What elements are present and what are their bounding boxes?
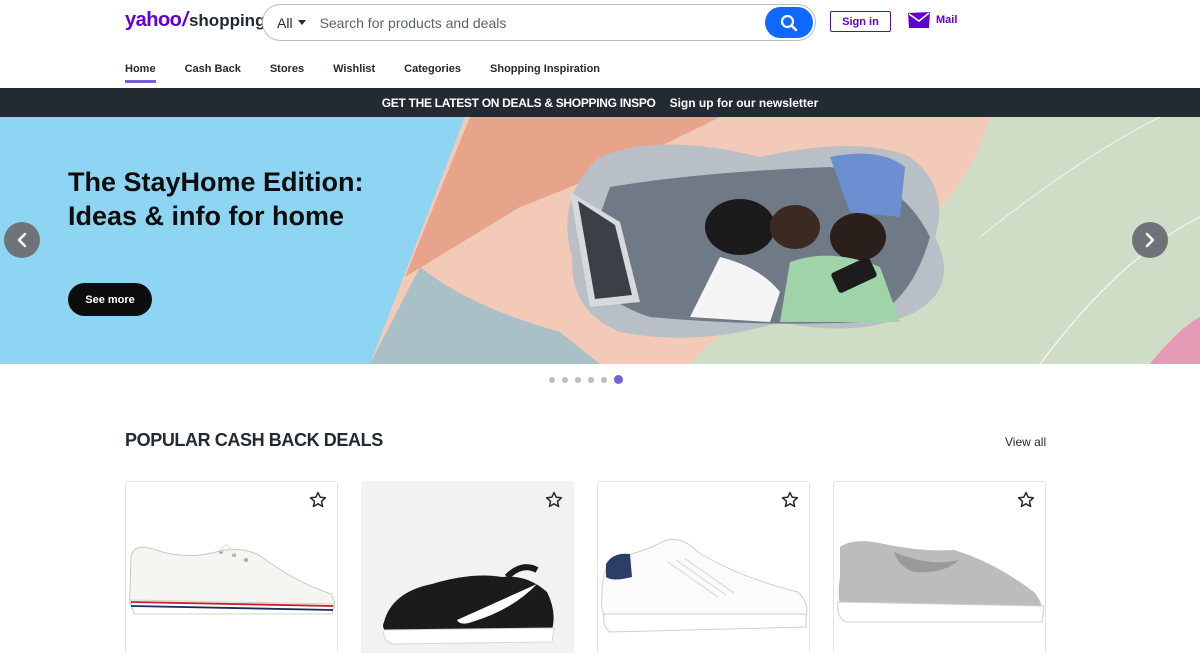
nav-item-stores[interactable]: Stores bbox=[270, 63, 304, 82]
black-nike-running-shoe-image bbox=[383, 564, 555, 645]
product-card[interactable] bbox=[597, 481, 810, 653]
product-card[interactable] bbox=[125, 481, 338, 653]
newsletter-strip: GET THE LATEST ON DEALS & SHOPPING INSPO… bbox=[0, 88, 1200, 117]
search-bar: All bbox=[262, 4, 816, 41]
product-card[interactable] bbox=[361, 481, 574, 653]
carousel-pagination bbox=[549, 375, 630, 384]
product-card[interactable] bbox=[833, 481, 1046, 653]
carousel-dot[interactable] bbox=[588, 376, 594, 383]
chevron-right-icon bbox=[1145, 232, 1155, 248]
nav-item-cash-back[interactable]: Cash Back bbox=[185, 63, 241, 82]
search-icon bbox=[780, 14, 798, 31]
carousel-next-button[interactable] bbox=[1132, 222, 1168, 258]
white-canvas-sneaker-image bbox=[129, 544, 335, 615]
logo-brand: yahoo bbox=[125, 9, 182, 31]
logo-slash: / bbox=[182, 9, 188, 31]
hero-background-illustration bbox=[0, 117, 1200, 364]
section-title: POPULAR CASH BACK DEALS bbox=[125, 430, 383, 450]
star-icon[interactable] bbox=[781, 491, 799, 509]
carousel-dot[interactable] bbox=[575, 376, 581, 383]
mail-label: Mail bbox=[936, 14, 958, 26]
star-icon[interactable] bbox=[309, 491, 327, 509]
see-more-button[interactable]: See more bbox=[68, 283, 152, 316]
header: yahoo / shopping All Sign in Mail Home C… bbox=[0, 0, 1200, 88]
grey-slip-on-shoe-image bbox=[837, 541, 1045, 623]
hero-title: The StayHome Edition: Ideas & info for h… bbox=[68, 167, 364, 231]
hero-carousel: The StayHome Edition: Ideas & info for h… bbox=[0, 117, 1200, 364]
carousel-dot[interactable] bbox=[549, 376, 555, 383]
carousel-dot-active[interactable] bbox=[614, 375, 623, 384]
carousel-dot[interactable] bbox=[562, 376, 568, 383]
main-nav: Home Cash Back Stores Wishlist Categorie… bbox=[125, 63, 629, 83]
white-leather-sneaker-image bbox=[601, 539, 808, 633]
search-input[interactable] bbox=[319, 14, 750, 31]
promo-text: GET THE LATEST ON DEALS & SHOPPING INSPO bbox=[381, 95, 656, 110]
chevron-left-icon bbox=[17, 232, 27, 248]
newsletter-signup-link[interactable]: Sign up for our newsletter bbox=[670, 96, 819, 110]
mail-icon bbox=[908, 12, 930, 28]
view-all-link[interactable]: View all bbox=[1005, 435, 1046, 449]
star-icon[interactable] bbox=[1017, 491, 1035, 509]
nav-item-wishlist[interactable]: Wishlist bbox=[333, 63, 375, 82]
search-scope-label: All bbox=[277, 14, 293, 31]
caret-down-icon bbox=[297, 20, 306, 25]
nav-item-shopping-inspiration[interactable]: Shopping Inspiration bbox=[490, 63, 600, 82]
logo-product: shopping bbox=[188, 11, 266, 30]
star-icon[interactable] bbox=[545, 491, 563, 509]
mail-link[interactable]: Mail bbox=[907, 11, 957, 29]
search-button[interactable] bbox=[765, 7, 813, 38]
nav-item-home[interactable]: Home bbox=[125, 63, 156, 83]
carousel-dot[interactable] bbox=[601, 376, 607, 383]
yahoo-shopping-logo[interactable]: yahoo / shopping bbox=[125, 9, 265, 37]
carousel-prev-button[interactable] bbox=[4, 222, 40, 258]
search-scope-dropdown[interactable]: All bbox=[263, 15, 306, 31]
sign-in-button[interactable]: Sign in bbox=[830, 11, 891, 32]
nav-item-categories[interactable]: Categories bbox=[404, 63, 461, 82]
